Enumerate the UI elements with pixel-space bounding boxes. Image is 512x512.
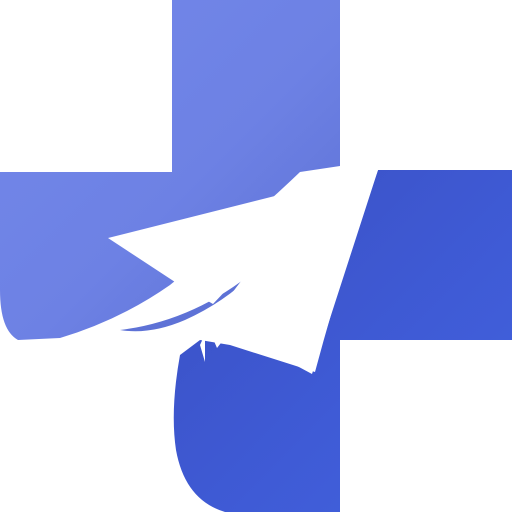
logo-canvas xyxy=(0,0,512,512)
medical-cross-paper-plane-icon xyxy=(0,0,512,512)
